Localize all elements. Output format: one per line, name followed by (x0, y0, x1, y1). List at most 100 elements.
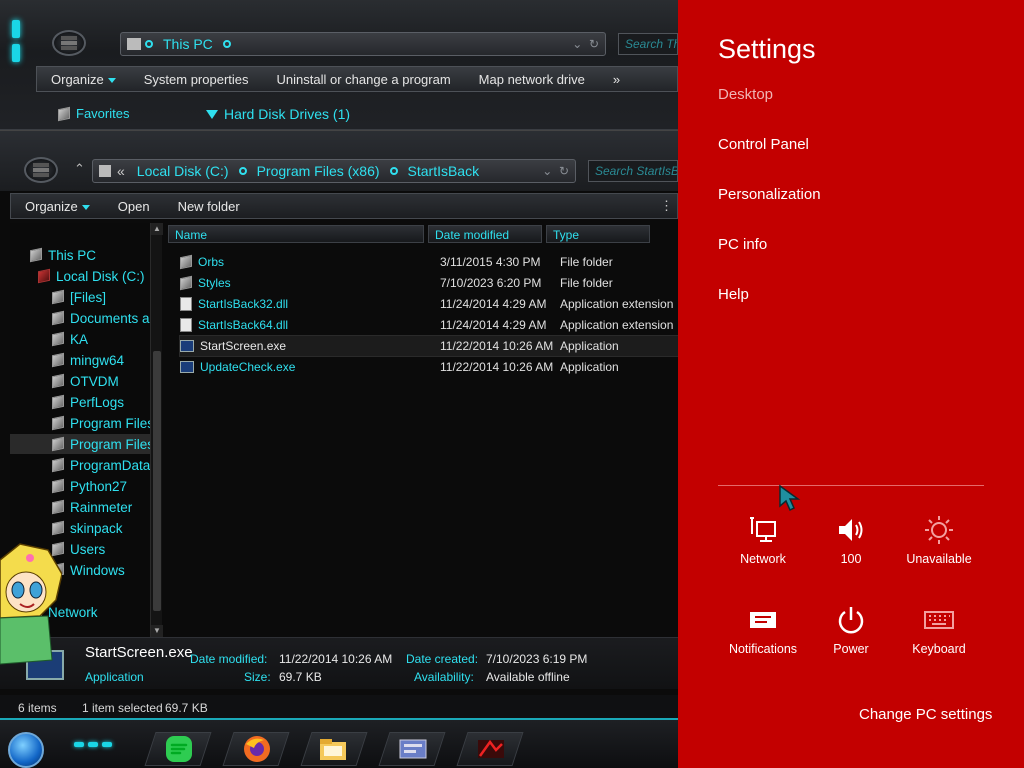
column-headers: Name Date modified Type (168, 223, 678, 245)
chevron-down-icon (206, 109, 218, 119)
organize-button[interactable]: Organize (37, 72, 130, 87)
search-input[interactable]: Search This PC (618, 33, 678, 55)
chevron-down-icon (81, 204, 90, 210)
taskbar-indicator-lights (74, 742, 112, 747)
nav-item-programdata[interactable]: ProgramData (52, 455, 160, 475)
details-file-name: StartScreen.exe (85, 644, 193, 661)
nav-item-local-disk[interactable]: Local Disk (C:) (38, 266, 160, 286)
breadcrumb-separator-icon (222, 40, 231, 48)
file-row-styles[interactable]: Styles 7/10/2023 6:20 PM File folder (180, 273, 678, 293)
folder-icon (52, 394, 64, 410)
details-date-created: 7/10/2023 6:19 PM (486, 652, 588, 666)
file-row-updatecheck-exe[interactable]: UpdateCheck.exe 11/22/2014 10:26 AM Appl… (180, 357, 678, 377)
notifications-icon (750, 612, 776, 628)
folder-icon (99, 165, 111, 177)
power-button[interactable]: Power (807, 604, 895, 656)
change-pc-settings-link[interactable]: Change PC settings (859, 706, 992, 723)
details-date-created-label: Date created: (406, 652, 479, 666)
explorer-window-startisback: ⌃ « Local Disk (C:) Program Files (x86) … (0, 130, 679, 719)
column-header-type[interactable]: Type (546, 225, 650, 243)
nav-item-mingw64[interactable]: mingw64 (52, 350, 160, 370)
address-bar[interactable]: « Local Disk (C:) Program Files (x86) St… (92, 159, 576, 183)
nav-item-program-files[interactable]: Program Files (52, 413, 160, 433)
firefox-icon[interactable] (242, 734, 272, 764)
settings-context: Desktop (718, 86, 774, 103)
nav-item-ka[interactable]: KA (52, 329, 160, 349)
control-panel-icon[interactable] (398, 734, 428, 764)
new-folder-button[interactable]: New folder (164, 199, 254, 214)
notifications-button[interactable]: Notifications (719, 604, 807, 656)
search-input[interactable]: Search StartIsBack (588, 160, 678, 182)
network-label: Network (740, 552, 786, 566)
nav-item-perflogs[interactable]: PerfLogs (52, 392, 160, 412)
group-header-hard-disk-drives[interactable]: Hard Disk Drives (1) (206, 106, 350, 122)
status-bar: 6 items 1 item selected 69.7 KB (0, 695, 678, 719)
nav-item-this-pc[interactable]: This PC (30, 245, 160, 265)
up-arrow-icon[interactable]: ⌃ (74, 161, 85, 177)
address-bar[interactable]: This PC ⌄ ↻ (120, 32, 606, 56)
uninstall-program-button[interactable]: Uninstall or change a program (263, 72, 465, 87)
brightness-button[interactable]: Unavailable (895, 514, 983, 566)
breadcrumb-program-files-x86[interactable]: Program Files (x86) (257, 163, 380, 179)
breadcrumb-this-pc[interactable]: This PC (163, 36, 213, 52)
taskbar (0, 718, 678, 768)
network-button[interactable]: Network (719, 514, 807, 566)
network-icon (750, 517, 776, 542)
drive-icon (38, 268, 50, 284)
organize-button[interactable]: Organize (11, 199, 104, 214)
column-header-date-modified[interactable]: Date modified (428, 225, 542, 243)
file-row-startscreen-exe[interactable]: StartScreen.exe 11/22/2014 10:26 AM Appl… (179, 335, 679, 357)
scroll-up-icon[interactable]: ▲ (151, 223, 163, 235)
nav-item-rainmeter[interactable]: Rainmeter (52, 497, 160, 517)
file-row-orbs[interactable]: Orbs 3/11/2015 4:30 PM File folder (180, 252, 678, 272)
volume-button[interactable]: 100 (807, 514, 895, 566)
favorites-nav-item[interactable]: Favorites (58, 106, 129, 121)
favorites-label: Favorites (76, 106, 130, 121)
more-options-icon[interactable]: ⋮ (656, 198, 677, 214)
file-row-startisback32-dll[interactable]: StartIsBack32.dll 11/24/2014 4:29 AM App… (180, 294, 678, 314)
nav-item-otvdm[interactable]: OTVDM (52, 371, 160, 391)
chevron-down-icon (107, 77, 116, 83)
file-row-startisback64-dll[interactable]: StartIsBack64.dll 11/24/2014 4:29 AM App… (180, 315, 678, 335)
game-app-icon[interactable] (476, 734, 506, 764)
system-properties-button[interactable]: System properties (130, 72, 263, 87)
nav-item-skinpack[interactable]: skinpack (52, 518, 160, 538)
folder-icon (52, 352, 64, 368)
keyboard-button[interactable]: Keyboard (895, 604, 983, 656)
pc-info-link[interactable]: PC info (718, 236, 767, 253)
help-link[interactable]: Help (718, 286, 749, 303)
folder-icon (52, 520, 64, 536)
nav-item-files[interactable]: [Files] (52, 287, 160, 307)
details-availability-label: Availability: (414, 670, 474, 684)
breadcrumb-separator-icon (389, 167, 398, 175)
breadcrumb-startisback[interactable]: StartIsBack (408, 163, 480, 179)
nav-scrollbar[interactable]: ▲ ▼ (150, 223, 163, 637)
breadcrumb-local-disk[interactable]: Local Disk (C:) (137, 163, 229, 179)
file-explorer-icon[interactable] (318, 734, 348, 764)
personalization-link[interactable]: Personalization (718, 186, 821, 203)
nav-item-documents-and-settings[interactable]: Documents and Settings (52, 308, 160, 328)
nav-item-program-files-x86[interactable]: Program Files (x86) (10, 434, 160, 454)
back-forward-orb-button[interactable] (24, 157, 58, 183)
explorer-window-this-pc: This PC ⌄ ↻ Search This PC Organize Syst… (0, 0, 678, 130)
address-controls[interactable]: ⌄ ↻ (542, 164, 575, 178)
map-network-drive-button[interactable]: Map network drive (465, 72, 599, 87)
mouse-cursor-icon (779, 484, 801, 512)
scroll-down-icon[interactable]: ▼ (151, 625, 163, 637)
folder-icon (52, 289, 64, 305)
control-panel-link[interactable]: Control Panel (718, 136, 809, 153)
nav-item-python27[interactable]: Python27 (52, 476, 160, 496)
desktop: This PC ⌄ ↻ Search This PC Organize Syst… (0, 0, 1024, 768)
more-commands-button[interactable]: » (599, 72, 634, 87)
nav-item-windows[interactable]: Windows (52, 560, 160, 580)
folder-icon (180, 275, 192, 291)
address-controls[interactable]: ⌄ ↻ (572, 37, 605, 51)
spotify-icon[interactable] (164, 734, 194, 764)
nav-item-users[interactable]: Users (52, 539, 160, 559)
open-button[interactable]: Open (104, 199, 164, 214)
start-orb-button[interactable] (8, 732, 44, 768)
back-forward-orb-button[interactable] (52, 30, 86, 56)
column-header-name[interactable]: Name (168, 225, 424, 243)
breadcrumb-back-chevron[interactable]: « (117, 163, 125, 179)
scrollbar-thumb[interactable] (153, 351, 161, 611)
